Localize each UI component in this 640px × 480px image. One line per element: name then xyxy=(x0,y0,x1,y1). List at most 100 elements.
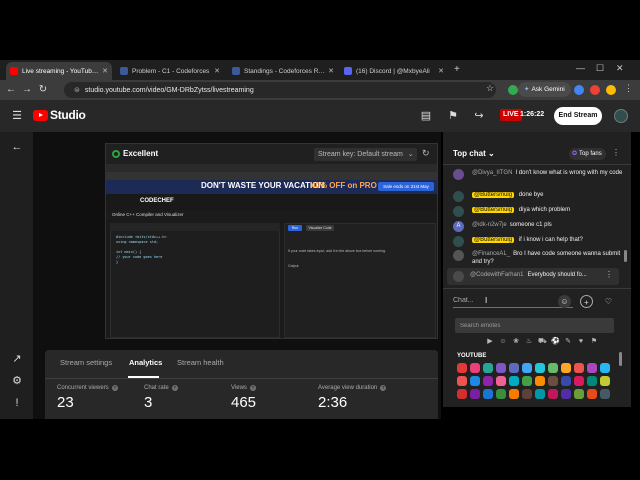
nature-category-icon[interactable]: ❀ xyxy=(512,338,520,346)
manage-icon[interactable]: ▤ xyxy=(419,109,433,123)
emote-icon[interactable] xyxy=(574,376,584,386)
studio-logo-text[interactable]: Studio xyxy=(50,108,86,122)
emoji-icon[interactable]: ☺ xyxy=(558,295,571,308)
emote-icon[interactable] xyxy=(548,363,558,373)
people-category-icon[interactable]: ☺ xyxy=(499,338,507,346)
emote-icon[interactable] xyxy=(574,389,584,399)
emote-icon[interactable] xyxy=(457,376,467,386)
share-icon[interactable]: ↪ xyxy=(472,109,486,123)
reload-icon[interactable]: ↻ xyxy=(36,83,50,97)
emote-icon[interactable] xyxy=(509,389,519,399)
emote-icon[interactable] xyxy=(470,363,480,373)
settings-gear-icon[interactable]: ⚙ xyxy=(10,374,24,388)
site-info-icon[interactable]: ⊜ xyxy=(74,86,80,94)
emote-icon[interactable] xyxy=(457,363,467,373)
maximize-icon[interactable]: ☐ xyxy=(596,63,604,74)
back-arrow-icon[interactable]: ← xyxy=(4,83,18,97)
close-window-icon[interactable]: ✕ xyxy=(616,63,624,74)
extension-icon[interactable] xyxy=(590,85,600,95)
travel-category-icon[interactable]: ⛟ xyxy=(538,338,547,346)
back-arrow-icon[interactable]: ← xyxy=(10,140,24,154)
emote-icon[interactable] xyxy=(548,389,558,399)
emote-icon[interactable] xyxy=(561,376,571,386)
emote-icon[interactable] xyxy=(509,363,519,373)
emote-icon[interactable] xyxy=(600,389,610,399)
food-category-icon[interactable]: ♨ xyxy=(525,338,533,346)
tab-stream-health[interactable]: Stream health xyxy=(177,358,224,367)
emote-icon[interactable] xyxy=(561,363,571,373)
emote-icon[interactable] xyxy=(470,376,480,386)
bookmark-icon[interactable]: ⚑ xyxy=(446,109,460,123)
tab-discord[interactable]: (16) Discord | @MxbyeAli ✕ xyxy=(340,62,448,80)
emote-scrollbar[interactable] xyxy=(619,352,622,366)
close-tab-icon[interactable]: ✕ xyxy=(435,67,444,75)
flags-category-icon[interactable]: ⚑ xyxy=(590,338,598,346)
info-icon[interactable]: ? xyxy=(111,385,118,391)
emote-search-input[interactable] xyxy=(455,318,614,333)
more-icon[interactable]: ⋮ xyxy=(605,270,613,279)
emote-icon[interactable] xyxy=(561,389,571,399)
emote-icon[interactable] xyxy=(548,376,558,386)
refresh-icon[interactable]: ↻ xyxy=(422,148,430,159)
heart-icon[interactable]: ♡ xyxy=(602,295,615,308)
emote-icon[interactable] xyxy=(535,363,545,373)
hamburger-menu-icon[interactable]: ☰ xyxy=(10,109,24,123)
end-stream-button[interactable]: End Stream xyxy=(554,107,602,125)
emote-icon[interactable] xyxy=(574,363,584,373)
info-icon[interactable]: ? xyxy=(171,385,178,391)
emote-icon[interactable] xyxy=(522,376,532,386)
youtube-category-icon[interactable]: ▶ xyxy=(486,338,494,346)
chat-more-icon[interactable]: ⋮ xyxy=(612,148,620,157)
emote-icon[interactable] xyxy=(496,363,506,373)
stream-key-select[interactable]: Stream key: Default stream ⌄ xyxy=(314,148,417,161)
tab-codeforces-problem[interactable]: Problem - C1 - Codeforces ✕ xyxy=(116,62,224,80)
emote-icon[interactable] xyxy=(535,376,545,386)
close-tab-icon[interactable]: ✕ xyxy=(99,67,108,75)
chat-mode-select[interactable]: Top chat ⌄ xyxy=(453,149,495,158)
new-tab-icon[interactable]: + xyxy=(454,64,460,75)
emote-icon[interactable] xyxy=(522,389,532,399)
browser-menu-icon[interactable]: ⋮ xyxy=(624,83,633,94)
emote-icon[interactable] xyxy=(483,376,493,386)
tab-codeforces-standings[interactable]: Standings - Codeforces Round ✕ xyxy=(228,62,338,80)
chat-scrollbar[interactable] xyxy=(624,250,627,262)
profile-icon[interactable] xyxy=(606,85,616,95)
bookmark-star-icon[interactable]: ☆ xyxy=(486,83,494,94)
emote-icon[interactable] xyxy=(496,389,506,399)
emote-icon[interactable] xyxy=(483,363,493,373)
tab-youtube-studio[interactable]: Live streaming - YouTube Studio ✕ xyxy=(6,62,112,80)
emote-icon[interactable] xyxy=(483,389,493,399)
emote-icon[interactable] xyxy=(522,363,532,373)
emote-icon[interactable] xyxy=(587,376,597,386)
feedback-icon[interactable]: ! xyxy=(10,396,24,410)
minimize-icon[interactable]: — xyxy=(576,63,585,73)
close-tab-icon[interactable]: ✕ xyxy=(325,67,334,75)
info-icon[interactable]: ? xyxy=(380,385,387,391)
tab-analytics[interactable]: Analytics xyxy=(129,358,162,367)
symbols-category-icon[interactable]: ♥ xyxy=(577,338,585,346)
emote-icon[interactable] xyxy=(587,389,597,399)
top-fans-button[interactable]: ✪ Top fans xyxy=(569,148,606,160)
stream-preview[interactable]: Excellent Stream key: Default stream ⌄ ↻… xyxy=(105,143,438,339)
emote-icon[interactable] xyxy=(600,376,610,386)
extension-icon[interactable] xyxy=(508,85,518,95)
forward-arrow-icon[interactable]: → xyxy=(20,83,34,97)
emote-icon[interactable] xyxy=(587,363,597,373)
info-icon[interactable]: ? xyxy=(249,385,256,391)
youtube-logo-icon[interactable] xyxy=(33,110,48,121)
url-field[interactable]: ⊜ studio.youtube.com/video/GM-DRbZytss/l… xyxy=(64,82,496,98)
close-tab-icon[interactable]: ✕ xyxy=(211,67,220,75)
emote-icon[interactable] xyxy=(535,389,545,399)
expand-icon[interactable]: ↗ xyxy=(10,352,24,366)
ask-gemini-button[interactable]: ✦ Ask Gemini xyxy=(518,82,571,97)
extension-icon[interactable] xyxy=(574,85,584,95)
emote-icon[interactable] xyxy=(457,389,467,399)
objects-category-icon[interactable]: ✎ xyxy=(564,338,572,346)
emote-icon[interactable] xyxy=(600,363,610,373)
tab-stream-settings[interactable]: Stream settings xyxy=(60,358,112,367)
avatar[interactable] xyxy=(614,109,628,123)
activities-category-icon[interactable]: ⚽ xyxy=(551,338,560,346)
emote-icon[interactable] xyxy=(470,389,480,399)
emote-icon[interactable] xyxy=(496,376,506,386)
pinned-message[interactable]: @CodewithFarhan1 Everybody should fo... ⋮ xyxy=(447,268,619,285)
